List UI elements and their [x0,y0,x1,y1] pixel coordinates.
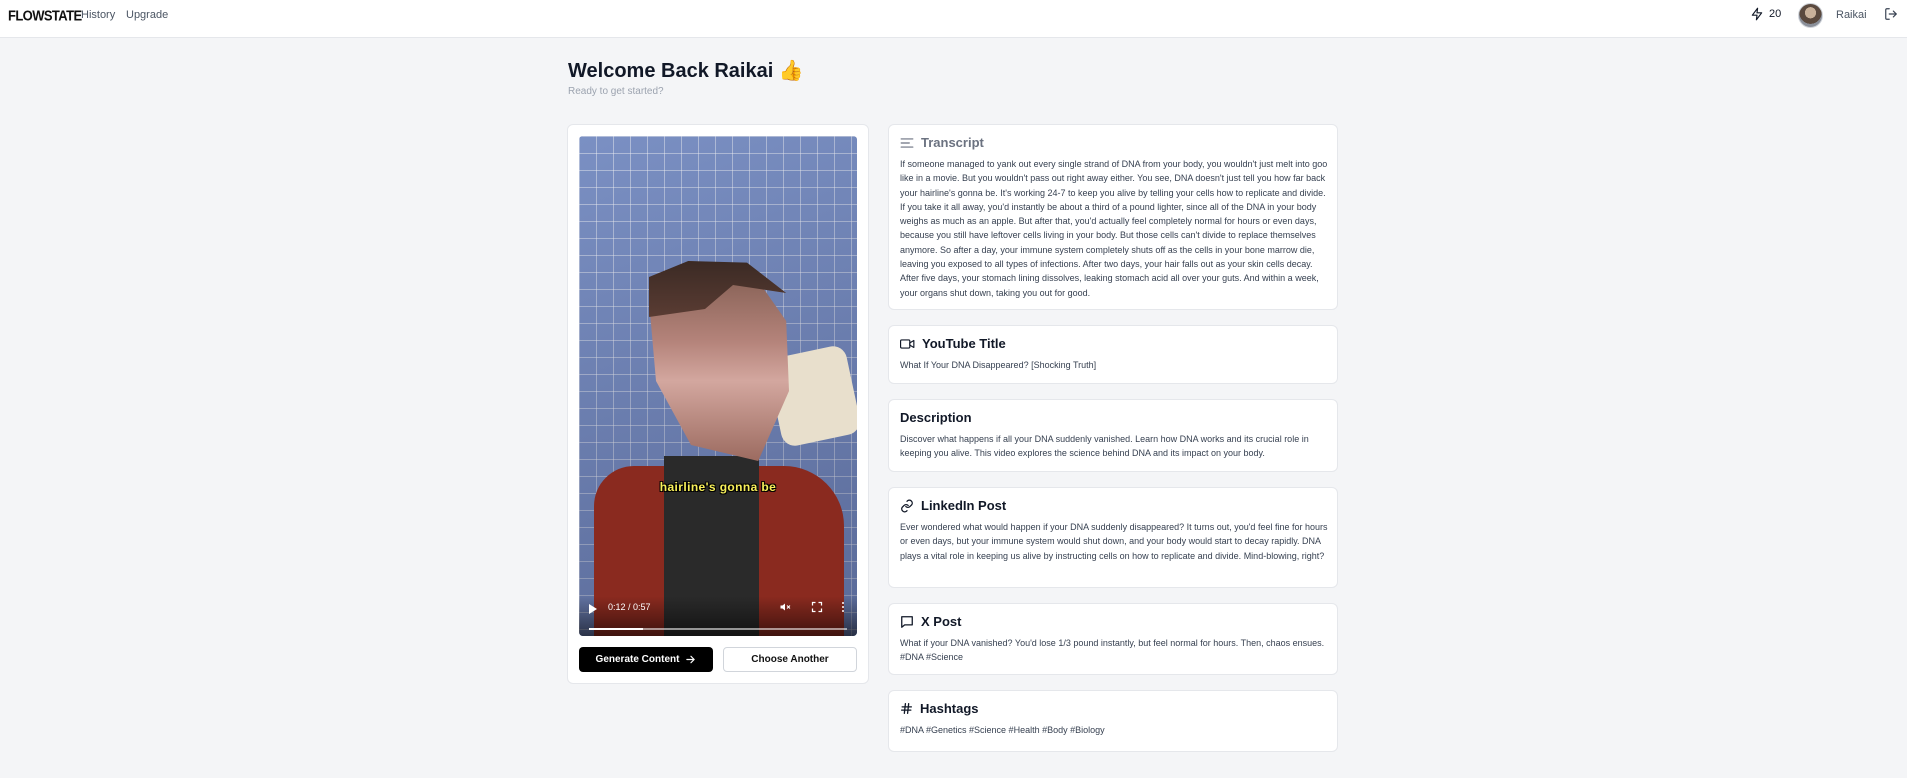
video-time: 0:12 / 0:57 [608,602,651,612]
linkedin-post-card: LinkedIn Post Ever wondered what would h… [888,487,1338,588]
choose-another-button[interactable]: Choose Another [723,647,857,672]
linkedin-post-text: Ever wondered what would happen if your … [900,522,1328,561]
hash-icon [900,702,913,715]
hashtags-card: Hashtags #DNA #Genetics #Science #Health… [888,690,1338,752]
chat-bubble-icon [901,615,913,628]
generate-content-label: Generate Content [595,654,680,665]
arrow-right-icon [686,655,696,664]
generate-content-button[interactable]: Generate Content [579,647,713,672]
video-controls: 0:12 / 0:57 [579,596,857,636]
credits-counter[interactable]: 20 [1750,6,1781,22]
more-options-icon[interactable] [840,601,846,613]
muted-speaker-icon[interactable] [779,601,791,613]
lightning-icon [1751,7,1763,21]
hashtags-heading: Hashtags [920,701,979,716]
text-lines-icon [900,137,914,148]
video-player[interactable]: hairline's gonna be 0:12 / 0:57 [579,136,857,636]
video-progress-fill [589,628,644,630]
x-post-card: X Post What if your DNA vanished? You'd … [888,603,1338,675]
nav-upgrade-link[interactable]: Upgrade [126,9,168,21]
link-icon [901,499,913,512]
description-heading: Description [900,410,972,425]
user-name[interactable]: Raikai [1836,9,1867,21]
transcript-card: Transcript If someone managed to yank ou… [888,124,1338,310]
video-card: hairline's gonna be 0:12 / 0:57 Generate… [567,124,869,684]
description-text: Discover what happens if all your DNA su… [900,434,1309,459]
hashtags-text: #DNA #Genetics #Science #Health #Body #B… [900,725,1105,735]
transcript-title: Transcript [921,135,984,150]
app-logo[interactable]: FLOWSTATE [8,7,82,24]
credits-count: 20 [1769,8,1782,20]
youtube-title-heading: YouTube Title [922,336,1006,351]
page-title: Welcome Back Raikai 👍 [568,60,804,82]
page-subtitle: Ready to get started? [568,86,664,97]
linkedin-post-heading: LinkedIn Post [921,498,1007,513]
youtube-title-text: What If Your DNA Disappeared? [Shocking … [900,360,1097,370]
youtube-title-card: YouTube Title What If Your DNA Disappear… [888,325,1338,384]
fullscreen-icon[interactable] [811,601,823,613]
logout-icon[interactable] [1884,7,1898,21]
nav-history-link[interactable]: History [81,9,115,21]
description-card: Description Discover what happens if all… [888,399,1338,472]
user-avatar[interactable] [1798,3,1823,28]
video-camera-icon [900,338,915,349]
x-post-heading: X Post [921,614,962,629]
video-progress-bar[interactable] [589,628,847,630]
top-navigation-bar: FLOWSTATE History Upgrade 20 Raikai [0,0,1907,38]
x-post-text: What if your DNA vanished? You'd lose 1/… [900,638,1325,663]
video-caption: hairline's gonna be [659,480,777,494]
transcript-text: If someone managed to yank out every sin… [900,159,1328,298]
play-icon[interactable] [589,604,597,614]
